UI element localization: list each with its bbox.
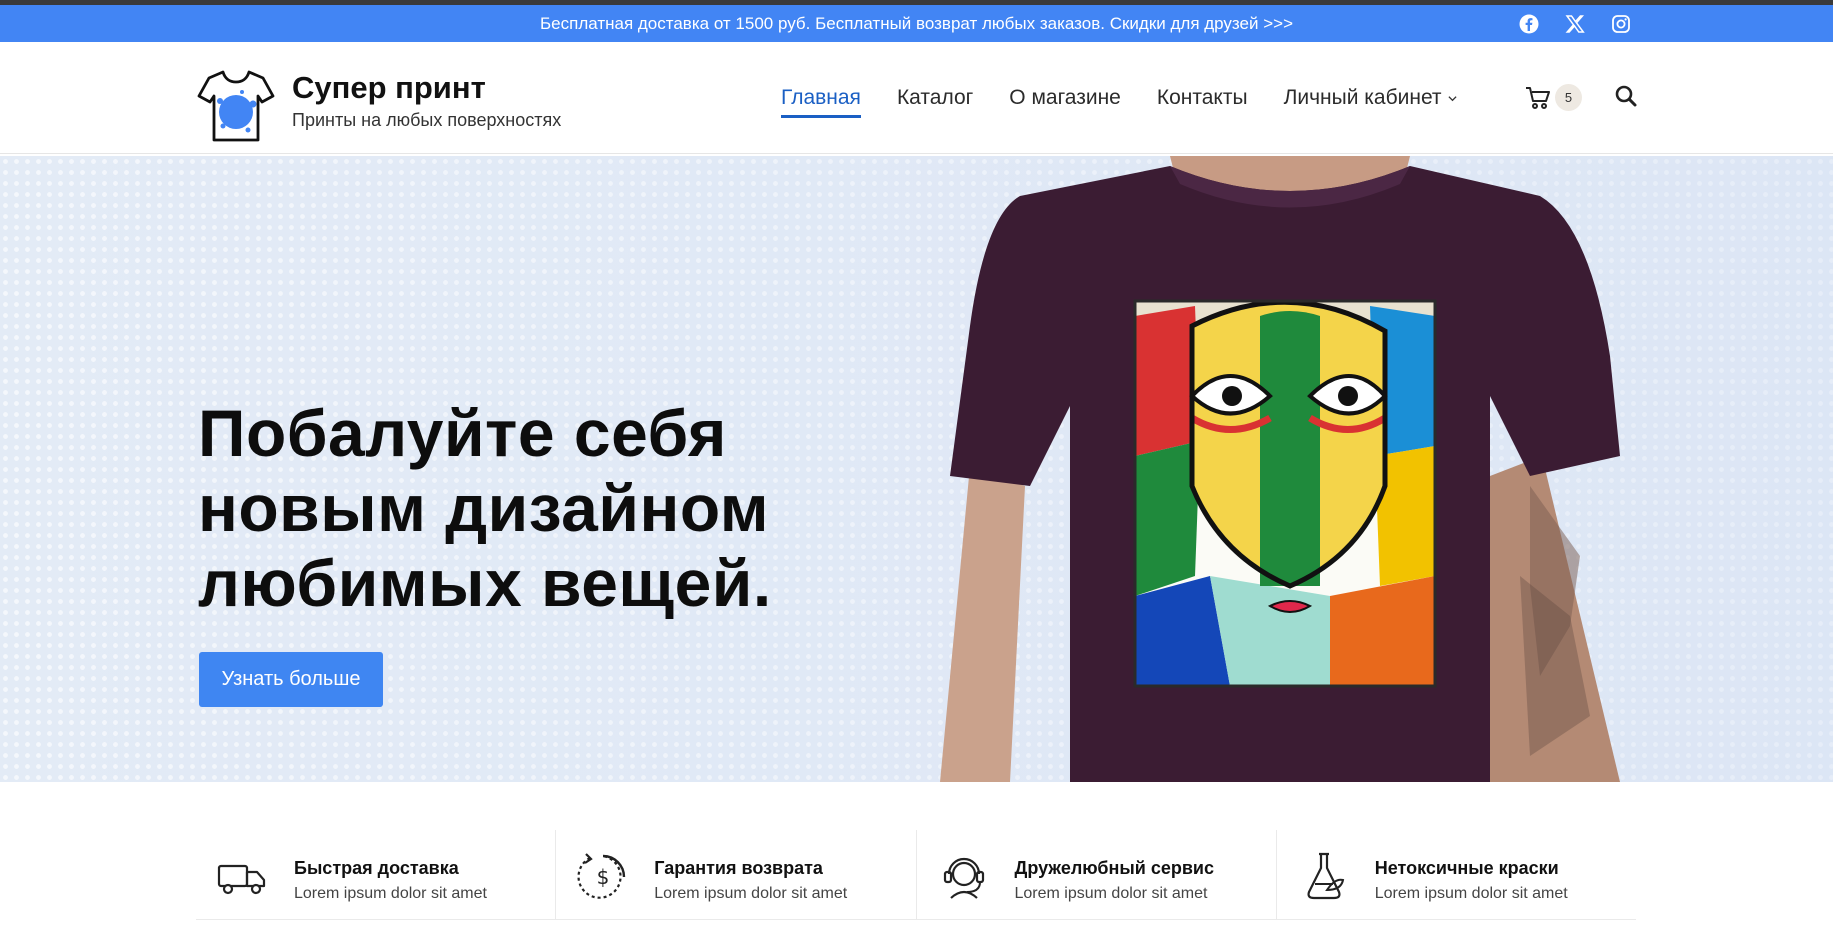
feature-text: Lorem ipsum dolor sit amet <box>1014 885 1208 902</box>
site-title[interactable]: Супер принт <box>292 70 561 106</box>
nav-item-about[interactable]: О магазине <box>1009 86 1121 110</box>
nav-item-account[interactable]: Личный кабинет <box>1284 86 1457 110</box>
hero-banner: Побалуйте себя новым дизайном любимых ве… <box>0 156 1833 782</box>
feature-text: Lorem ipsum dolor sit amet <box>1374 885 1568 902</box>
nav-item-catalog[interactable]: Каталог <box>897 86 973 110</box>
hero-title-line-3: любимых вещей. <box>198 546 772 620</box>
promo-bar: Бесплатная доставка от 1500 руб. Бесплат… <box>0 5 1833 42</box>
facebook-icon[interactable] <box>1518 13 1540 35</box>
cart-button[interactable]: 5 <box>1525 84 1582 111</box>
site-header: Супер принт Принты на любых поверхностях… <box>0 42 1833 154</box>
nav-item-home[interactable]: Главная <box>781 86 861 118</box>
hero-tshirt-image <box>930 156 1640 782</box>
support-headset-icon <box>943 857 984 899</box>
feature-non-toxic: Нетоксичные краски Lorem ipsum dolor sit… <box>1277 830 1636 919</box>
feature-title: Нетоксичные краски <box>1374 858 1559 878</box>
x-twitter-icon[interactable] <box>1564 13 1586 35</box>
hero-title-line-2: новым дизайном <box>198 471 770 545</box>
feature-text: Lorem ipsum dolor sit amet <box>294 885 487 902</box>
search-button[interactable] <box>1614 84 1638 113</box>
site-tagline: Принты на любых поверхностях <box>292 109 562 130</box>
instagram-icon[interactable] <box>1610 13 1632 35</box>
feature-title: Гарантия возврата <box>654 858 823 878</box>
truck-icon <box>217 864 266 895</box>
features-strip: Быстрая доставка Lorem ipsum dolor sit a… <box>196 830 1636 920</box>
main-nav: Главная Каталог О магазине Контакты Личн… <box>781 42 1493 154</box>
svg-text:$: $ <box>597 865 610 889</box>
feature-title: Дружелюбный сервис <box>1014 858 1215 878</box>
logo-tshirt-icon[interactable] <box>196 66 276 146</box>
hero-title: Побалуйте себя новым дизайном любимых ве… <box>198 396 772 621</box>
feature-friendly-service: Дружелюбный сервис Lorem ipsum dolor sit… <box>917 830 1277 919</box>
feature-money-back: $ Гарантия возврата Lorem ipsum dolor si… <box>556 830 917 919</box>
feature-fast-delivery: Быстрая доставка Lorem ipsum dolor sit a… <box>196 830 557 919</box>
feature-title: Быстрая доставка <box>294 858 459 878</box>
chevron-down-icon <box>1447 96 1457 102</box>
brand: Супер принт Принты на любых поверхностях <box>292 70 561 131</box>
nav-item-contacts[interactable]: Контакты <box>1157 86 1248 110</box>
search-icon <box>1615 85 1637 107</box>
learn-more-button[interactable]: Узнать больше <box>199 652 383 707</box>
eco-flask-icon <box>1307 852 1344 900</box>
feature-text: Lorem ipsum dolor sit amet <box>654 885 848 902</box>
cart-icon <box>1526 86 1550 109</box>
hero-title-line-1: Побалуйте себя <box>198 396 727 470</box>
social-links <box>1518 5 1632 42</box>
cart-count-badge: 5 <box>1555 84 1582 111</box>
money-back-icon: $ <box>577 853 626 899</box>
nav-item-account-label: Личный кабинет <box>1283 86 1442 109</box>
